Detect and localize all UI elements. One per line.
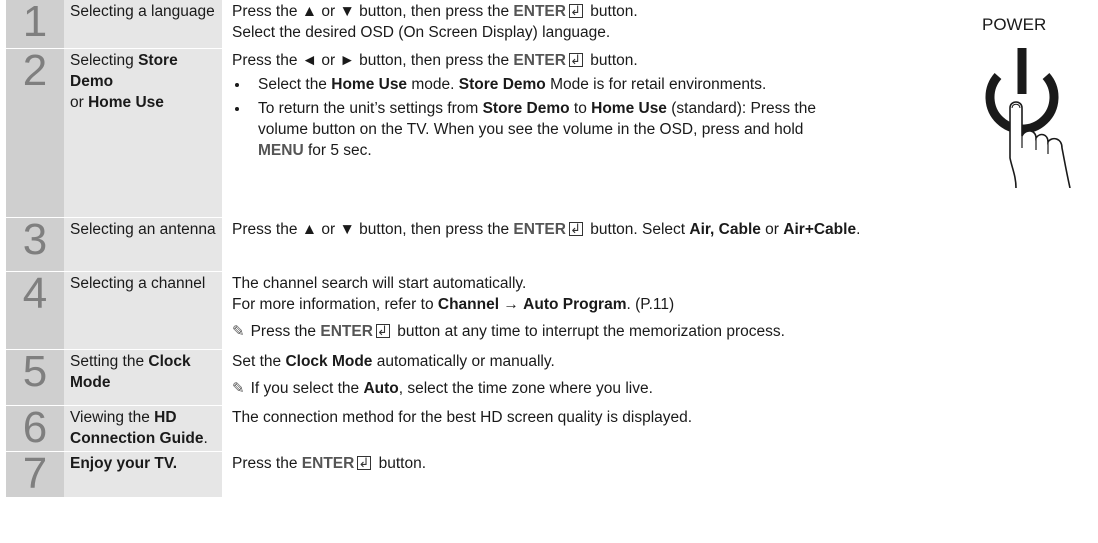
note: ✎ If you select the Auto, select the time… [232,379,653,397]
enter-icon [568,0,583,21]
title-text: or [70,93,89,111]
enter-icon [568,49,583,70]
step-title: Selecting a language [64,0,222,49]
step-title: Selecting an antenna [64,217,222,272]
step-number: 6 [6,405,64,452]
step-number: 5 [6,349,64,406]
step-description: Set the Clock Mode automatically or manu… [222,349,1098,406]
step-row-3: 3 Selecting an antenna Press the ▲ or ▼ … [6,217,1098,272]
bullet-item: To return the unit’s settings from Store… [250,98,850,161]
bullet-list: Select the Home Use mode. Store Demo Mod… [232,74,850,161]
step-description: The connection method for the best HD sc… [222,405,1098,452]
enter-icon [568,218,583,239]
step-description: The channel search will start automatica… [222,271,1098,350]
step-number: 2 [6,48,64,218]
step-number: 7 [6,451,64,498]
enter-icon [357,452,372,473]
enter-icon [375,320,390,341]
enter-label: ENTER [513,3,566,20]
step-number: 1 [6,0,64,49]
enter-label: ENTER [513,51,566,69]
setup-steps-table: 1 Selecting a language Press the ▲ or ▼ … [6,0,1098,498]
step-description: Press the ENTER button. [222,451,1098,498]
pencil-note-icon: ✎ [232,322,245,340]
note: ✎Press the ENTER button at any time to i… [232,320,1098,342]
step-row-5: 5 Setting the Clock Mode Set the Clock M… [6,349,1098,406]
power-illustration: POWER [976,8,1084,188]
step-title: Viewing the HD Connection Guide. [64,405,222,452]
desc-text: button. [585,51,638,69]
step-number: 4 [6,271,64,350]
step-row-2: 2 Selecting Store Demo or Home Use Press… [6,48,1098,218]
step-description: Press the ▲ or ▼ button, then press the … [222,217,1098,272]
pencil-note-icon: ✎ [232,379,245,397]
step-row-7: 7 Enjoy your TV. Press the ENTER button. [6,451,1098,498]
title-bold: Home Use [88,93,164,111]
step-row-6: 6 Viewing the HD Connection Guide. The c… [6,405,1098,452]
step-description: Press the ◄ or ► button, then press the … [222,48,1098,218]
desc-text: Press the ▲ or ▼ button, then press the [232,3,514,20]
enter-label: ENTER [513,220,566,238]
desc-text: button. [585,3,638,20]
desc-text: Select the desired OSD (On Screen Displa… [232,24,611,41]
step-row-1: 1 Selecting a language Press the ▲ or ▼ … [6,0,1098,49]
bullet-item: Select the Home Use mode. Store Demo Mod… [250,74,850,95]
step-title: Selecting Store Demo or Home Use [64,48,222,218]
title-text: Selecting [70,51,139,69]
power-button-hand-icon [985,48,1071,188]
step-title: Enjoy your TV. [64,451,222,498]
desc-text: Press the ◄ or ► button, then press the [232,51,514,69]
step-title: Selecting a channel [64,271,222,350]
step-number: 3 [6,217,64,272]
step-description: Press the ▲ or ▼ button, then press the … [222,0,1098,49]
enter-label: ENTER [301,454,355,472]
enter-label: ENTER [320,322,373,340]
step-row-4: 4 Selecting a channel The channel search… [6,271,1098,350]
step-title: Setting the Clock Mode [64,349,222,406]
